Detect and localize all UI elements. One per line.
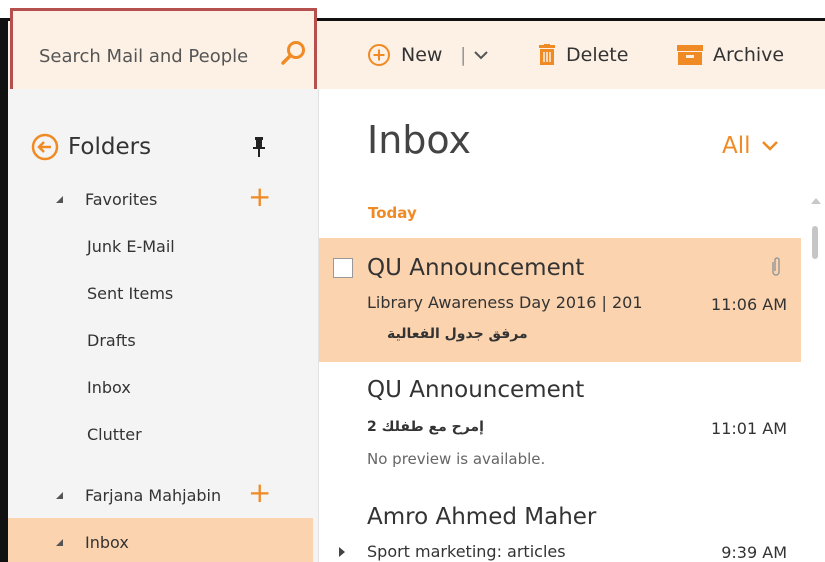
account-inbox-folder[interactable]: Inbox xyxy=(56,533,129,552)
message-preview: مرفق جدول الفعالية xyxy=(387,326,528,342)
message-time: 11:06 AM xyxy=(711,295,787,314)
inbox-title: Inbox xyxy=(367,118,471,162)
message-time: 9:39 AM xyxy=(721,543,787,562)
archive-button-label: Archive xyxy=(713,44,785,66)
message-sender: QU Announcement xyxy=(367,255,585,281)
favorites-label: Favorites xyxy=(85,190,158,209)
chevron-down-icon xyxy=(761,141,778,151)
message-item-2[interactable]: QU Announcement إمرح مع طفلك 2 11:01 AM … xyxy=(319,362,801,482)
filter-label: All xyxy=(722,133,751,159)
scroll-up-arrow-icon[interactable] xyxy=(811,198,821,204)
folder-item-clutter[interactable]: Clutter xyxy=(87,425,142,444)
folder-item-junk-email[interactable]: Junk E-Mail xyxy=(87,237,175,256)
folders-title: Folders xyxy=(68,134,152,160)
delete-button-label: Delete xyxy=(566,44,629,66)
toolbar-separator: | xyxy=(460,44,467,66)
archive-button[interactable]: Archive xyxy=(677,21,784,89)
account-group[interactable]: Farjana Mahjabin xyxy=(56,486,221,505)
expand-triangle-icon[interactable] xyxy=(339,547,345,557)
search-input[interactable] xyxy=(37,41,281,71)
account-label: Farjana Mahjabin xyxy=(85,486,222,505)
message-subject: Library Awareness Day 2016 | 201 xyxy=(367,293,643,312)
scrollbar-thumb[interactable] xyxy=(812,226,818,259)
folders-header[interactable]: Folders xyxy=(30,132,151,162)
back-arrow-icon[interactable] xyxy=(30,132,60,162)
window-frame-left xyxy=(0,18,8,562)
message-item-3[interactable]: Amro Ahmed Maher Sport marketing: articl… xyxy=(319,482,801,562)
message-checkbox[interactable] xyxy=(333,258,353,278)
favorites-group[interactable]: Favorites xyxy=(56,190,157,209)
search-box-highlight[interactable] xyxy=(10,8,317,96)
message-sender: QU Announcement xyxy=(367,377,585,403)
trash-icon xyxy=(538,44,556,66)
delete-button[interactable]: Delete xyxy=(538,21,628,89)
new-button[interactable]: New xyxy=(367,21,442,89)
search-icon[interactable] xyxy=(279,39,307,67)
pin-icon[interactable] xyxy=(252,136,266,158)
account-inbox-label: Inbox xyxy=(85,533,129,552)
chevron-down-icon xyxy=(474,51,489,60)
folder-item-sent-items[interactable]: Sent Items xyxy=(87,284,173,303)
add-folder-icon[interactable]: + xyxy=(248,479,271,507)
message-item-1[interactable]: QU Announcement Library Awareness Day 20… xyxy=(319,238,801,362)
collapse-triangle-icon[interactable] xyxy=(56,539,63,546)
group-header-today: Today xyxy=(368,204,417,222)
message-subject: إمرح مع طفلك 2 xyxy=(367,419,484,435)
new-dropdown-button[interactable]: | xyxy=(460,21,489,89)
folder-item-drafts[interactable]: Drafts xyxy=(87,331,136,350)
archive-icon xyxy=(677,45,703,65)
plus-circle-icon xyxy=(367,43,391,67)
filter-dropdown[interactable]: All xyxy=(722,133,779,159)
new-button-label: New xyxy=(401,44,443,66)
message-sender: Amro Ahmed Maher xyxy=(367,504,597,530)
message-subject: Sport marketing: articles xyxy=(367,542,566,561)
add-favorite-icon[interactable]: + xyxy=(248,183,271,211)
collapse-triangle-icon[interactable] xyxy=(56,196,63,203)
paperclip-icon xyxy=(772,257,780,276)
folder-item-inbox[interactable]: Inbox xyxy=(87,378,131,397)
message-preview: No preview is available. xyxy=(367,450,546,468)
collapse-triangle-icon[interactable] xyxy=(56,492,63,499)
message-time: 11:01 AM xyxy=(711,419,787,438)
selected-folder-highlight xyxy=(8,518,313,562)
